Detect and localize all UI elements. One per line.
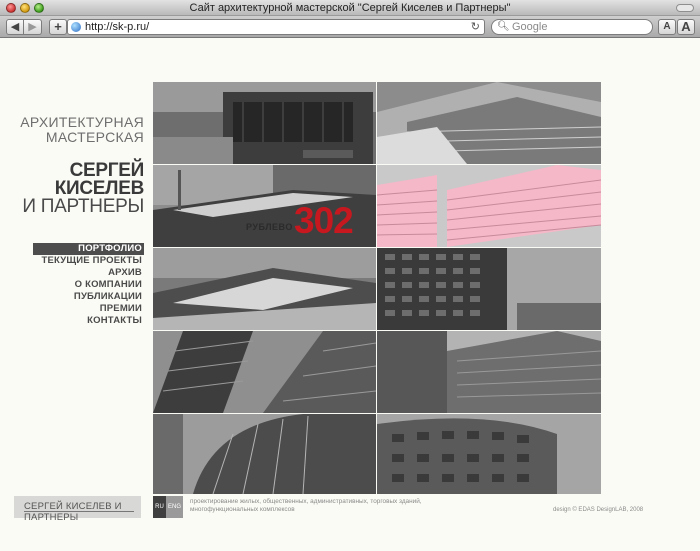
browser-window: Сайт архитектурной мастерской "Сергей Ки… xyxy=(0,0,700,551)
menu-item-portfolio[interactable]: ПОРТФОЛИО xyxy=(33,243,144,255)
studio-name[interactable]: СЕРГЕЙ КИСЕЛЕВ И ПАРТНЕРЫ xyxy=(22,161,144,217)
address-url[interactable]: http://sk-p.ru/ xyxy=(85,20,149,34)
language-ru-button[interactable]: RU xyxy=(153,496,166,518)
back-arrow-icon: ◀ xyxy=(10,21,20,33)
search-field[interactable]: 🔍︎ Google xyxy=(491,19,653,35)
tagline-line-1: АРХИТЕКТУРНАЯ xyxy=(20,114,144,130)
project-photo[interactable] xyxy=(377,414,601,494)
window-title: Сайт архитектурной мастерской "Сергей Ки… xyxy=(189,2,511,14)
footer-logo[interactable]: СЕРГЕЙ КИСЕЛЕВ И ПАРТНЕРЫ xyxy=(14,496,141,523)
project-photo[interactable] xyxy=(153,414,376,494)
back-button[interactable]: ◀ xyxy=(6,19,24,35)
portfolio-grid xyxy=(153,82,601,494)
project-photo-highlighted[interactable] xyxy=(377,165,601,247)
address-bar[interactable]: http://sk-p.ru/ ↻ xyxy=(67,19,485,35)
reload-icon[interactable]: ↻ xyxy=(471,20,480,34)
project-photo[interactable] xyxy=(153,82,376,164)
footer-logo-text: СЕРГЕЙ КИСЕЛЕВ И ПАРТНЕРЫ xyxy=(24,501,122,523)
project-photo[interactable] xyxy=(377,82,601,164)
featured-project-number[interactable]: 302 xyxy=(294,200,354,242)
name-line-3: И ПАРТНЕРЫ xyxy=(22,196,144,217)
menu-item-awards[interactable]: ПРЕМИИ xyxy=(33,303,144,315)
project-photo[interactable] xyxy=(153,248,376,330)
featured-project-label[interactable]: РУБЛЕВО xyxy=(246,222,293,232)
menu-item-about[interactable]: О КОМПАНИИ xyxy=(33,279,144,291)
browser-toolbar: ◀ ▶ + http://sk-p.ru/ ↻ 🔍︎ Google A A xyxy=(0,16,700,38)
project-photo[interactable] xyxy=(377,248,601,330)
toolbar-toggle-button[interactable] xyxy=(676,4,694,12)
menu-item-archive[interactable]: АРХИВ xyxy=(33,267,144,279)
magnifier-icon: 🔍︎ xyxy=(497,21,510,32)
add-bookmark-button[interactable]: + xyxy=(49,19,67,35)
text-larger-button[interactable]: A xyxy=(677,19,695,35)
menu-item-contacts[interactable]: КОНТАКТЫ xyxy=(33,315,144,327)
plus-icon: + xyxy=(54,19,62,34)
title-bar: Сайт архитектурной мастерской "Сергей Ки… xyxy=(0,0,700,16)
studio-tagline: АРХИТЕКТУРНАЯ МАСТЕРСКАЯ xyxy=(20,115,144,145)
text-smaller-button[interactable]: A xyxy=(658,19,676,35)
logo-underline xyxy=(24,511,134,512)
project-photo[interactable] xyxy=(153,331,376,413)
globe-icon xyxy=(71,22,81,32)
tagline-line-2: МАСТЕРСКАЯ xyxy=(45,129,144,145)
menu-item-current-projects[interactable]: ТЕКУЩИЕ ПРОЕКТЫ xyxy=(33,255,144,267)
search-placeholder: Google xyxy=(512,21,548,33)
forward-button[interactable]: ▶ xyxy=(24,19,42,35)
main-menu: ПОРТФОЛИО ТЕКУЩИЕ ПРОЕКТЫ АРХИВ О КОМПАН… xyxy=(33,243,144,327)
design-credit[interactable]: design © EDAS DesignLAB, 2008 xyxy=(553,507,643,513)
forward-arrow-icon: ▶ xyxy=(28,21,37,33)
menu-item-publications[interactable]: ПУБЛИКАЦИИ xyxy=(33,291,144,303)
language-eng-button[interactable]: ENG xyxy=(166,496,183,518)
footer-description: проектирование жилых, общественных, адми… xyxy=(190,498,422,513)
project-photo[interactable] xyxy=(377,331,601,413)
